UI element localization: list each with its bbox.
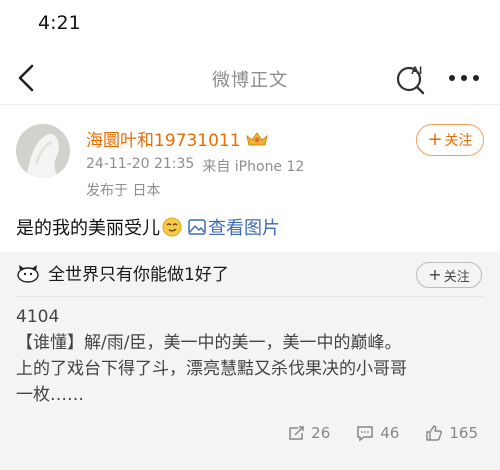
nav-bar: 微博正文 AI (0, 52, 500, 104)
follow-label: 关注 (444, 133, 473, 149)
thumbs-up-icon (426, 425, 443, 441)
repost-follow-button[interactable]: + 关注 (416, 262, 482, 288)
follow-button[interactable]: + 关注 (416, 124, 484, 156)
repost-icon (289, 426, 304, 440)
repost-avatar[interactable] (16, 263, 40, 283)
view-pictures-link[interactable]: 查看图片 (208, 214, 280, 240)
repost-header: 全世界只有你能做1好了 (16, 260, 229, 285)
comment-count: 46 (380, 424, 400, 442)
post-source: 来自 iPhone 12 (202, 159, 305, 175)
post-text-main: 是的我的美丽受儿 (16, 218, 160, 239)
svg-text:AI: AI (411, 65, 422, 77)
repost-line: 【谁懂】解/雨/臣，美一中的美一，美一中的巅峰。 (16, 333, 402, 353)
repost-line: 上的了戏台下得了斗，漂亮慧黠又杀伐果决的小哥哥 (16, 359, 407, 379)
comment-button[interactable]: 46 (356, 424, 399, 442)
repost-follow-label: 关注 (443, 269, 470, 285)
post-text: 是的我的美丽受儿 查看图片 (16, 214, 280, 240)
nav-divider (0, 104, 500, 105)
vip-crown-icon (245, 130, 269, 148)
smirk-emoji-icon (162, 217, 182, 237)
avatar[interactable] (16, 124, 70, 178)
repost-line: 4104 (16, 307, 60, 327)
like-button[interactable]: 165 (425, 424, 478, 442)
post-meta: 24-11-20 21:35 来自 iPhone 12 (86, 156, 304, 176)
image-icon[interactable] (188, 219, 206, 235)
repost-button[interactable]: 26 (287, 424, 330, 442)
repost-card[interactable]: 全世界只有你能做1好了 + 关注 4104 【谁懂】解/雨/臣，美一中的美一，美… (0, 252, 500, 470)
repost-line: 一枚…… (16, 385, 84, 405)
post-header: 海圜叶和19731011 24-11-20 21:35 来自 iPhone 12… (0, 112, 500, 208)
repost-divider (16, 296, 484, 297)
repost-count: 26 (311, 424, 331, 442)
ai-search-icon[interactable]: AI (394, 60, 430, 96)
comment-icon (357, 426, 374, 442)
status-bar: 4:21 (0, 0, 500, 48)
post-location: 发布于 日本 (86, 183, 161, 199)
more-dots-icon[interactable] (444, 68, 484, 88)
like-count: 165 (449, 424, 478, 442)
repost-author[interactable]: 全世界只有你能做1好了 (48, 260, 229, 285)
repost-body: 4104 【谁懂】解/雨/臣，美一中的美一，美一中的巅峰。 上的了戏台下得了斗，… (16, 304, 488, 408)
status-time: 4:21 (38, 12, 81, 34)
post-timestamp: 24-11-20 21:35 (86, 156, 195, 172)
username-row: 海圜叶和19731011 (86, 126, 269, 151)
username[interactable]: 海圜叶和19731011 (86, 126, 241, 151)
plus-icon: + (428, 265, 442, 284)
plus-icon: + (427, 129, 443, 150)
action-bar: 26 46 165 (287, 424, 478, 442)
